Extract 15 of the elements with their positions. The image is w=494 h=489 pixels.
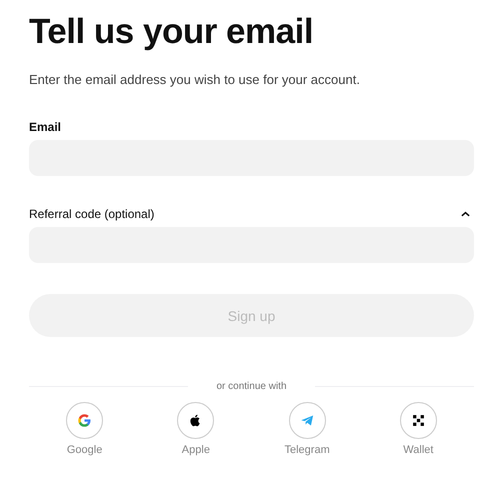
provider-label: Apple: [182, 444, 210, 456]
provider-label: Telegram: [284, 444, 330, 456]
wallet-icon: [412, 414, 425, 427]
provider-label: Google: [66, 444, 102, 456]
paper-plane-icon: [300, 413, 315, 428]
referral-label: Referral code (optional): [29, 207, 154, 221]
provider-button[interactable]: [400, 402, 437, 439]
page-title: Tell us your email: [29, 11, 314, 53]
divider-text: or continue with: [216, 381, 287, 392]
email-label: Email: [29, 120, 62, 134]
chevron-icon[interactable]: [461, 211, 470, 217]
google-g-icon: [77, 413, 92, 428]
provider-label: Wallet: [403, 444, 434, 456]
page-subtitle: Enter the email address you wish to use for your account.: [29, 72, 361, 87]
provider-button[interactable]: [177, 402, 214, 439]
